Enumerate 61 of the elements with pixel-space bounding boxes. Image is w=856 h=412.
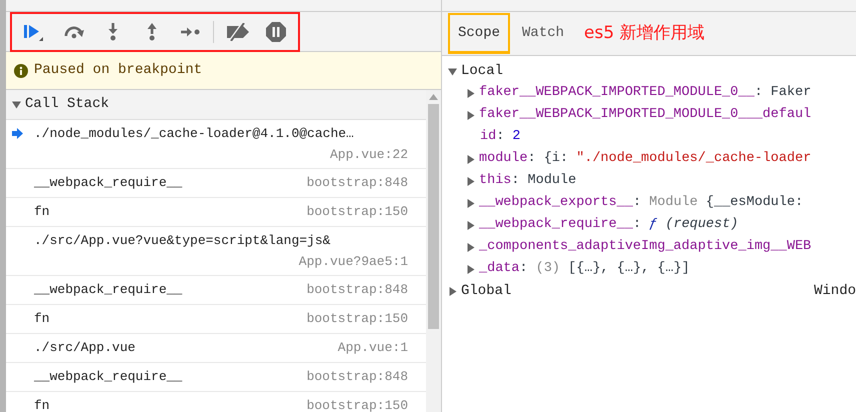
scrollbar[interactable] xyxy=(426,90,441,412)
source-location: App.vue:22 xyxy=(330,146,408,164)
tab[interactable]: Watch xyxy=(512,13,574,54)
property-entry[interactable]: faker__WEBPACK_IMPORTED_MODULE_0__: Faker xyxy=(479,82,812,104)
call-frame[interactable]: __webpack_require__ bootstrap:848 xyxy=(6,169,426,198)
expand-icon[interactable] xyxy=(466,154,475,164)
expand-icon[interactable] xyxy=(466,88,475,98)
function-name: ./src/App.vue xyxy=(34,339,136,357)
info-icon xyxy=(14,64,28,78)
scope-value: Windo xyxy=(814,282,856,300)
source-location: bootstrap:150 xyxy=(306,203,408,221)
expand-icon[interactable] xyxy=(466,176,475,186)
function-name: __webpack_require__ xyxy=(34,174,182,192)
annotation-text: es5 新增作用域 xyxy=(584,22,705,45)
expand-icon[interactable] xyxy=(448,286,457,296)
source-location: App.vue:1 xyxy=(338,339,408,357)
step-over-icon xyxy=(62,24,84,38)
source-location: bootstrap:848 xyxy=(306,281,408,299)
function-name: __webpack_require__ xyxy=(34,281,182,299)
call-frame[interactable]: fn bootstrap:150 xyxy=(6,198,426,227)
source-location: App.vue?9ae5:1 xyxy=(298,252,408,270)
scope-header[interactable]: Global Windo xyxy=(442,280,856,302)
source-location: bootstrap:150 xyxy=(306,310,408,328)
step-into-icon xyxy=(106,22,118,40)
property-entry[interactable]: __webpack_exports__: Module {__esModule: xyxy=(479,192,804,214)
function-name: ./node_modules/_cache-loader@4.1.0@cache… xyxy=(34,125,355,143)
expand-icon[interactable] xyxy=(466,110,475,120)
source-location: bootstrap:848 xyxy=(306,368,408,386)
expand-icon[interactable] xyxy=(466,264,475,274)
source-location: bootstrap:150 xyxy=(306,397,408,412)
function-name: fn xyxy=(34,397,50,412)
function-name: fn xyxy=(34,203,50,221)
property-entry[interactable]: id: 2 xyxy=(480,126,521,148)
call-frame[interactable]: ./src/App.vue App.vue:1 xyxy=(6,334,426,363)
expand-icon[interactable] xyxy=(466,220,475,230)
pause-icon xyxy=(264,20,286,42)
function-name: __webpack_require__ xyxy=(34,368,182,386)
property-entry[interactable]: _data: (3) [{…}, {…}, {…}] xyxy=(479,258,690,280)
property-entry[interactable]: module: {i: "./node_modules/_cache-loader xyxy=(479,148,812,170)
collapse-icon[interactable] xyxy=(12,100,21,109)
expand-icon[interactable] xyxy=(466,198,475,208)
function-name: fn xyxy=(34,310,50,328)
collapse-icon[interactable] xyxy=(448,66,457,76)
function-name: ./src/App.vue?vue&type=script&lang=js& xyxy=(34,232,332,250)
tab[interactable]: Scope xyxy=(448,13,510,54)
step-out-icon xyxy=(146,22,158,40)
section-header[interactable]: Call Stack xyxy=(6,90,426,120)
source-location: bootstrap:848 xyxy=(306,174,408,192)
step-icon xyxy=(180,26,200,36)
property-entry[interactable]: _components_adaptiveImg_adaptive_img__WEB xyxy=(479,236,812,258)
call-frame[interactable]: __webpack_require__ bootstrap:848 xyxy=(6,276,426,305)
expand-icon[interactable] xyxy=(466,242,475,252)
call-frame[interactable]: __webpack_require__ bootstrap:848 xyxy=(6,363,426,392)
property-entry[interactable]: faker__WEBPACK_IMPORTED_MODULE_0___defaul xyxy=(479,104,812,126)
scope-header[interactable]: Local xyxy=(442,60,856,82)
scrollbar-thumb[interactable] xyxy=(428,104,439,329)
property-entry[interactable]: this: Module xyxy=(479,170,576,192)
call-frame[interactable]: ./node_modules/_cache-loader@4.1.0@cache… App.vue:22 xyxy=(6,120,426,169)
call-frame[interactable]: fn bootstrap:150 xyxy=(6,305,426,334)
paused-message: Paused on breakpoint xyxy=(34,61,202,80)
property-entry[interactable]: __webpack_require__: ƒ (request) xyxy=(479,214,738,236)
